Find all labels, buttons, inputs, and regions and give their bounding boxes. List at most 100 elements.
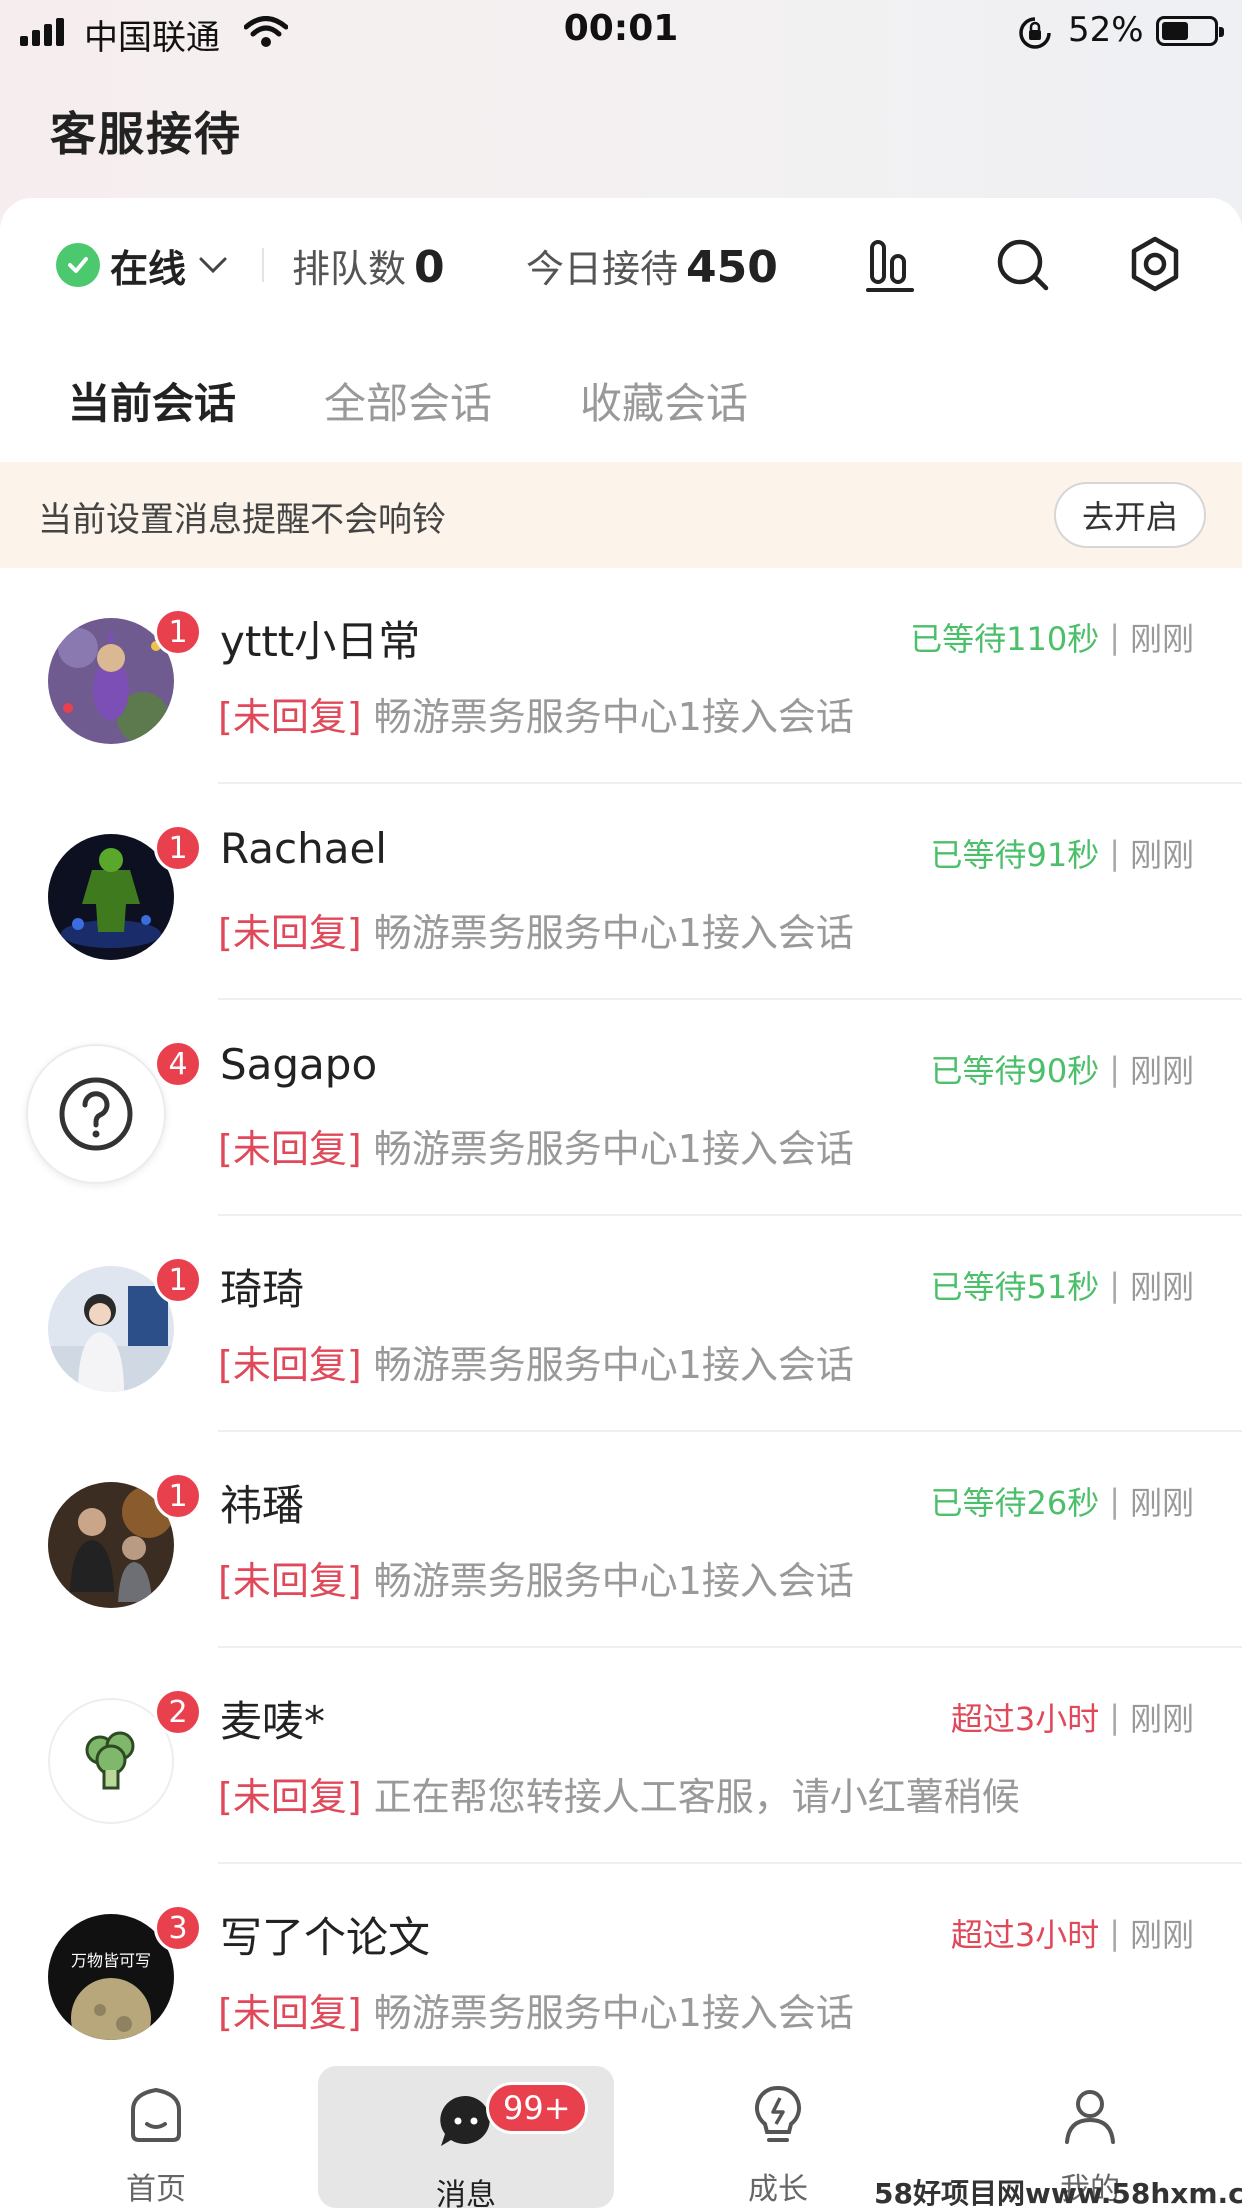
today-label: 今日接待	[526, 247, 679, 291]
wait-time: 已等待26秒	[930, 1484, 1100, 1522]
lightbulb-icon	[754, 2085, 802, 2142]
preview-text: 畅游票务服务中心1接入会话	[373, 1559, 854, 1603]
status-label: 在线	[110, 246, 187, 291]
preview-text: 畅游票务服务中心1接入会话	[373, 911, 854, 955]
last-time: 刚刚	[1129, 1700, 1194, 1738]
conversation-meta: 已等待51秒 | 刚刚	[930, 1262, 1194, 1308]
tab-all-sessions[interactable]: 全部会话	[324, 370, 492, 431]
unreplied-tag: [未回复]	[218, 911, 362, 955]
wait-time: 超过3小时	[950, 1700, 1100, 1738]
conversation-name: 麦唛*	[220, 1697, 326, 1746]
conversation-item[interactable]: 1 yttt小日常 已等待110秒 | 刚刚 [未回复] 畅游票务服务中心1接入…	[0, 568, 1242, 784]
message-preview: [未回复] 畅游票务服务中心1接入会话	[218, 902, 854, 957]
unread-badge: 2	[154, 1688, 202, 1736]
home-icon	[131, 2087, 181, 2142]
unreplied-tag: [未回复]	[218, 1127, 362, 1171]
queue-value: 0	[414, 242, 445, 293]
meta-separator: |	[1109, 1914, 1120, 1952]
conversation-item[interactable]: 1 Rachael 已等待91秒 | 刚刚 [未回复] 畅游票务服务中心1接入会…	[0, 784, 1242, 1000]
meta-separator: |	[1109, 834, 1120, 872]
conversation-item[interactable]: 万物皆可写 3 写了个论文 超过3小时 | 刚刚 [未回复] 畅游票务服务中心1…	[0, 1864, 1242, 2080]
enable-ring-button[interactable]: 去开启	[1054, 482, 1206, 548]
conversation-name: Rachael	[220, 824, 387, 873]
preview-text: 正在帮您转接人工客服，请小红薯稍候	[373, 1775, 1020, 1819]
battery-fill	[1162, 22, 1188, 40]
conversation-meta: 已等待110秒 | 刚刚	[910, 614, 1194, 660]
last-time: 刚刚	[1129, 1052, 1194, 1090]
conversation-item[interactable]: 1 琦琦 已等待51秒 | 刚刚 [未回复] 畅游票务服务中心1接入会话	[0, 1216, 1242, 1432]
session-tabs: 当前会话 全部会话 收藏会话	[0, 330, 1242, 462]
divider	[262, 248, 264, 282]
conversation-item[interactable]: 1 祎璠 已等待26秒 | 刚刚 [未回复] 畅游票务服务中心1接入会话	[0, 1432, 1242, 1648]
toolbar: 在线 排队数 0 今日接待 450	[0, 198, 1242, 330]
nav-home[interactable]: 首页	[8, 2060, 304, 2208]
unread-badge: 3	[154, 1904, 202, 1952]
conversation-meta: 超过3小时 | 刚刚	[951, 1694, 1194, 1740]
unreplied-tag: [未回复]	[218, 695, 362, 739]
conversation-name: 写了个论文	[220, 1913, 431, 1962]
settings-gear-icon[interactable]	[1124, 234, 1186, 296]
status-dropdown[interactable]: 在线	[56, 240, 228, 291]
unread-badge: 4	[154, 1040, 202, 1088]
chevron-down-icon	[199, 257, 227, 274]
message-preview: [未回复] 畅游票务服务中心1接入会话	[218, 1334, 854, 1389]
tab-current-sessions[interactable]: 当前会话	[68, 370, 236, 431]
conversation-name: yttt小日常	[220, 617, 421, 666]
search-icon[interactable]	[992, 234, 1054, 296]
conversation-item[interactable]: 2 麦唛* 超过3小时 | 刚刚 [未回复] 正在帮您转接人工客服，请小红薯稍候	[0, 1648, 1242, 1864]
online-check-icon	[56, 243, 100, 287]
conversation-meta: 超过3小时 | 刚刚	[951, 1910, 1194, 1956]
meta-separator: |	[1109, 1050, 1120, 1088]
last-time: 刚刚	[1129, 1268, 1194, 1306]
meta-separator: |	[1109, 1266, 1120, 1304]
stats-icon[interactable]	[860, 234, 922, 296]
message-preview: [未回复] 畅游票务服务中心1接入会话	[218, 686, 854, 741]
wait-time: 超过3小时	[950, 1916, 1100, 1954]
profile-icon	[1065, 2090, 1115, 2144]
wait-time: 已等待51秒	[930, 1268, 1100, 1306]
unread-badge: 1	[154, 1472, 202, 1520]
today-reception: 今日接待 450	[526, 238, 778, 293]
meta-separator: |	[1109, 1698, 1120, 1736]
question-mark-icon	[59, 1077, 133, 1151]
orientation-lock-icon	[1019, 17, 1051, 49]
unread-badge: 1	[154, 824, 202, 872]
battery-icon	[1156, 16, 1224, 46]
unreplied-tag: [未回复]	[218, 1559, 362, 1603]
preview-text: 畅游票务服务中心1接入会话	[373, 1991, 854, 2035]
page-title: 客服接待	[50, 107, 242, 161]
watermark: 58好项目网www.58hxm.com	[874, 2177, 1242, 2208]
conversation-name: Sagapo	[220, 1040, 378, 1089]
notice-bar: 当前设置消息提醒不会响铃 去开启	[0, 462, 1242, 568]
notice-text: 当前设置消息提醒不会响铃	[38, 500, 446, 540]
meta-separator: |	[1109, 618, 1120, 656]
queue-count: 排队数 0	[292, 238, 445, 293]
message-preview: [未回复] 正在帮您转接人工客服，请小红薯稍候	[218, 1766, 1020, 1821]
conversation-name: 祎璠	[220, 1481, 305, 1530]
nav-messages[interactable]: 99+ 消息	[318, 2066, 614, 2208]
queue-label: 排队数	[292, 247, 407, 291]
app-root: 中国联通 00:01 52% 客服接待 在线 排队数 0 今日接待 450 当前…	[0, 0, 1242, 2208]
unreplied-tag: [未回复]	[218, 1991, 362, 2035]
unreplied-tag: [未回复]	[218, 1775, 362, 1819]
message-count-badge: 99+	[486, 2082, 588, 2134]
conversation-meta: 已等待26秒 | 刚刚	[930, 1478, 1194, 1524]
preview-text: 畅游票务服务中心1接入会话	[373, 1127, 854, 1171]
message-preview: [未回复] 畅游票务服务中心1接入会话	[218, 1982, 854, 2037]
message-preview: [未回复] 畅游票务服务中心1接入会话	[218, 1550, 854, 1605]
unreplied-tag: [未回复]	[218, 1343, 362, 1387]
conversation-item[interactable]: 4 Sagapo 已等待90秒 | 刚刚 [未回复] 畅游票务服务中心1接入会话	[0, 1000, 1242, 1216]
tab-favorite-sessions[interactable]: 收藏会话	[580, 370, 748, 431]
main-card: 在线 排队数 0 今日接待 450 当前会话 全部会话 收藏会话 当前设置消息提…	[0, 198, 1242, 2208]
nav-label: 消息	[436, 2178, 496, 2208]
status-bar: 中国联通 00:01 52%	[0, 0, 1242, 62]
wait-time: 已等待110秒	[910, 620, 1100, 658]
message-preview: [未回复] 畅游票务服务中心1接入会话	[218, 1118, 854, 1173]
unread-badge: 1	[154, 1256, 202, 1304]
preview-text: 畅游票务服务中心1接入会话	[373, 695, 854, 739]
last-time: 刚刚	[1129, 836, 1194, 874]
nav-label: 首页	[126, 2172, 186, 2207]
last-time: 刚刚	[1129, 1484, 1194, 1522]
battery-percent: 52%	[1068, 10, 1144, 50]
clock: 00:01	[563, 8, 679, 49]
